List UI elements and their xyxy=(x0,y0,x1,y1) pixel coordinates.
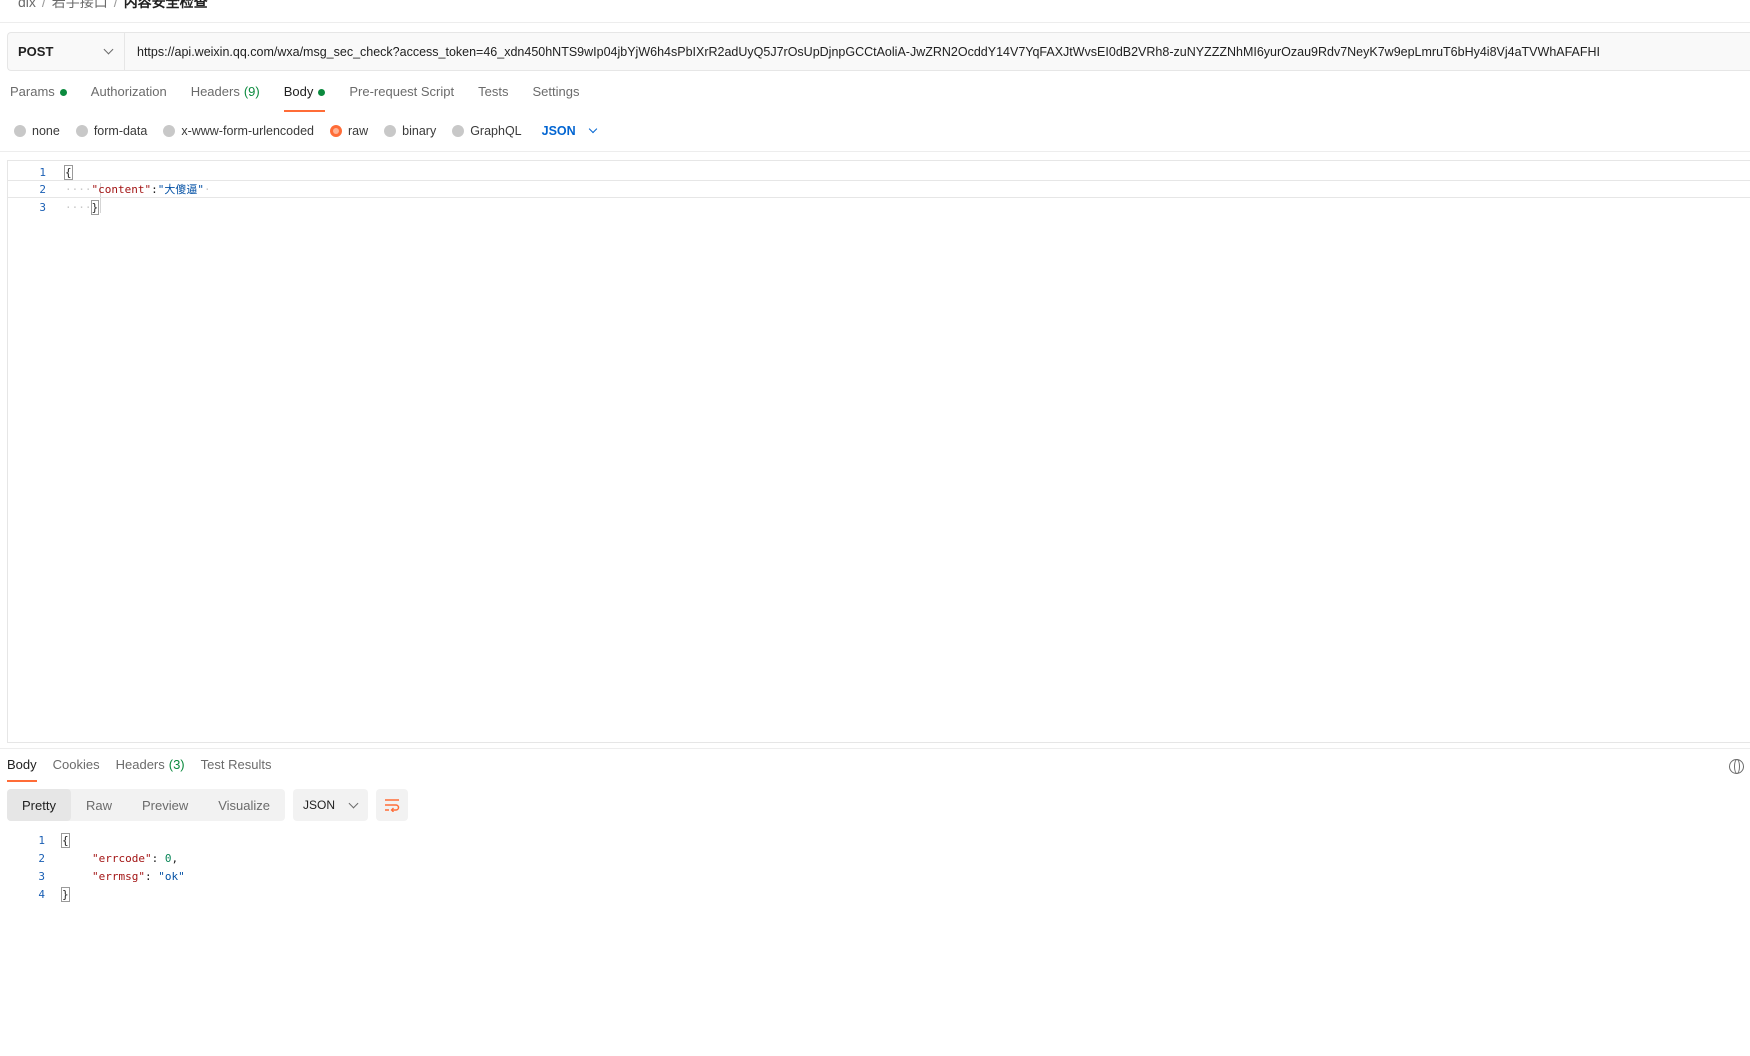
editor-line-active: 2 ····"content":"大傻逼"· xyxy=(8,180,1750,198)
divider xyxy=(0,151,1750,152)
tab-pre-request-script[interactable]: Pre-request Script xyxy=(349,84,454,112)
request-body-editor[interactable]: 1 { 2 ····"content":"大傻逼"· 3 ····} xyxy=(7,160,1750,743)
view-visualize-button[interactable]: Visualize xyxy=(203,789,285,821)
breadcrumb: dix / 若手接口 / 内容安全检查 xyxy=(18,0,208,12)
response-tab-headers[interactable]: Headers (3) xyxy=(116,757,185,782)
divider xyxy=(0,748,1750,749)
radio-icon xyxy=(163,125,176,137)
body-mode-options: none form-data x-www-form-urlencoded raw… xyxy=(14,122,597,140)
tab-tests[interactable]: Tests xyxy=(478,84,508,112)
json-value: "ok" xyxy=(158,869,185,883)
body-mode-none[interactable]: none xyxy=(14,124,60,138)
body-language-select[interactable]: JSON xyxy=(542,124,597,138)
editor-line: 3 ····} xyxy=(8,198,1750,216)
breadcrumb-item-collection[interactable]: 若手接口 xyxy=(52,0,108,10)
json-value: 0 xyxy=(164,851,172,865)
chevron-down-icon xyxy=(348,798,359,808)
radio-selected-icon xyxy=(330,125,342,137)
radio-icon xyxy=(14,125,26,137)
body-mode-binary[interactable]: binary xyxy=(384,124,436,138)
line-number: 1 xyxy=(38,833,45,847)
response-line: 2 "errcode": 0, xyxy=(7,849,707,867)
response-format-select[interactable]: JSON xyxy=(293,789,369,821)
open-brace: { xyxy=(61,832,70,848)
response-line: 3 "errmsg": "ok" xyxy=(7,867,707,885)
breadcrumb-item-workspace[interactable]: dix xyxy=(18,0,36,10)
json-key: "errcode" xyxy=(92,851,152,865)
tab-authorization[interactable]: Authorization xyxy=(91,84,167,112)
line-number: 2 xyxy=(38,851,45,865)
response-tab-cookies[interactable]: Cookies xyxy=(53,757,100,782)
response-tab-test-results[interactable]: Test Results xyxy=(201,757,272,782)
globe-icon[interactable] xyxy=(1729,759,1744,774)
radio-icon xyxy=(452,125,465,137)
chevron-down-icon xyxy=(588,124,597,134)
tab-settings[interactable]: Settings xyxy=(532,84,579,112)
wrap-lines-button[interactable] xyxy=(376,789,409,821)
response-line: 4 } xyxy=(7,885,707,903)
url-input[interactable] xyxy=(125,33,1750,70)
json-key: "errmsg" xyxy=(92,869,145,883)
response-tabs: Body Cookies Headers (3) Test Results xyxy=(7,757,287,782)
close-brace: } xyxy=(90,199,100,215)
view-pretty-button[interactable]: Pretty xyxy=(7,789,71,821)
breadcrumb-bar: dix / 若手接口 / 内容安全检查 xyxy=(0,0,1750,23)
body-mode-raw[interactable]: raw xyxy=(330,124,368,138)
line-number: 1 xyxy=(39,165,46,179)
view-raw-button[interactable]: Raw xyxy=(71,789,127,821)
params-indicator-dot xyxy=(59,89,67,96)
method-select[interactable]: POST xyxy=(8,33,125,70)
json-value: "大傻逼" xyxy=(157,183,204,196)
response-headers-count: (3) xyxy=(168,757,185,772)
headers-count: (9) xyxy=(243,84,260,99)
tab-params[interactable]: Params xyxy=(10,84,67,112)
view-preview-button[interactable]: Preview xyxy=(127,789,203,821)
tab-body[interactable]: Body xyxy=(283,84,326,112)
request-url-bar: POST xyxy=(7,32,1750,71)
editor-line: 1 { xyxy=(8,163,1750,181)
line-number: 4 xyxy=(38,887,45,901)
open-brace: { xyxy=(64,164,73,180)
body-mode-graphql[interactable]: GraphQL xyxy=(452,124,522,138)
breadcrumb-current: 内容安全检查 xyxy=(123,0,208,10)
line-number: 3 xyxy=(39,200,46,214)
request-tabs: Params Authorization Headers (9) Body Pre… xyxy=(10,84,603,112)
close-brace: } xyxy=(61,886,70,902)
body-mode-urlencoded[interactable]: x-www-form-urlencoded xyxy=(163,124,314,138)
wrap-lines-icon xyxy=(385,799,400,812)
response-body-viewer[interactable]: 1 { 2 "errcode": 0, 3 "errmsg": "ok" 4 } xyxy=(7,831,707,911)
radio-icon xyxy=(384,125,397,137)
body-mode-form-data[interactable]: form-data xyxy=(75,124,147,138)
response-toolbar: Pretty Raw Preview Visualize JSON xyxy=(7,789,409,821)
radio-icon xyxy=(75,125,88,137)
method-label: POST xyxy=(18,44,54,59)
chevron-down-icon xyxy=(103,44,114,55)
tab-headers[interactable]: Headers (9) xyxy=(191,84,260,112)
response-view-modes: Pretty Raw Preview Visualize xyxy=(7,789,286,821)
line-number: 3 xyxy=(38,869,45,883)
line-number: 2 xyxy=(39,182,46,196)
body-indicator-dot xyxy=(318,89,326,96)
response-tab-body[interactable]: Body xyxy=(7,757,37,782)
response-line: 1 { xyxy=(7,831,707,849)
json-key: "content" xyxy=(91,183,152,196)
